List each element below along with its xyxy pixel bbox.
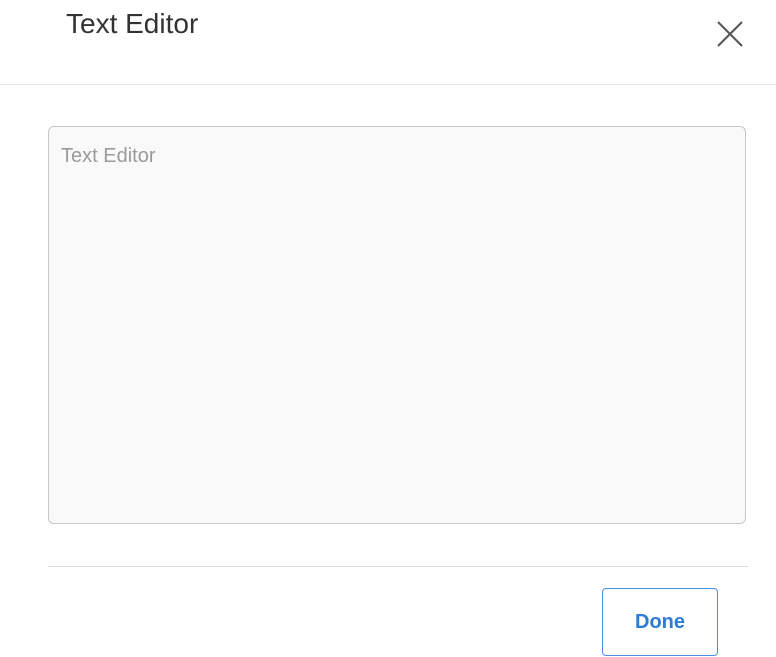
close-button[interactable] [712, 16, 748, 52]
footer-divider [48, 566, 748, 567]
text-editor-container [48, 126, 746, 524]
text-editor-dialog: Text Editor Done [0, 0, 776, 657]
dialog-header: Text Editor [0, 0, 776, 85]
done-button[interactable]: Done [602, 588, 718, 656]
text-editor-input[interactable] [49, 127, 745, 523]
close-icon [712, 16, 748, 52]
dialog-title: Text Editor [66, 8, 199, 39]
